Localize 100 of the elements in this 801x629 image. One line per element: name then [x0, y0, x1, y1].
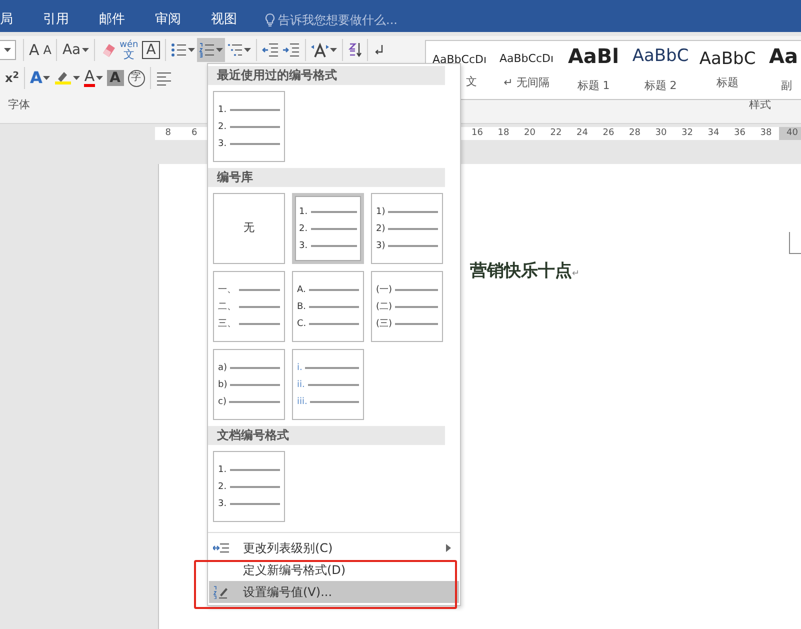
effects-button[interactable]: A	[28, 66, 52, 90]
sample-line	[309, 306, 359, 308]
case-button[interactable]: Aa	[60, 38, 91, 62]
numbering-format-tile[interactable]: 1. 2. 3.	[213, 451, 285, 522]
list-number: iii.	[297, 396, 308, 408]
list-number: 2.	[299, 222, 308, 234]
numbering-format-tile[interactable]: 1. 2. 3.	[213, 91, 285, 162]
highlighter-icon	[54, 70, 72, 86]
sample-line	[395, 322, 438, 324]
style-item[interactable]: AaBbC 标题 2	[627, 41, 694, 99]
ruler-number: 30	[654, 127, 668, 140]
sample-line	[230, 142, 280, 144]
list-number: 3.	[218, 498, 227, 510]
margin-corner-mark	[789, 232, 801, 254]
sample-line	[230, 126, 280, 128]
ruler-number: 32	[680, 127, 694, 140]
ruler-number: 34	[706, 127, 720, 140]
change-level-icon	[213, 541, 229, 555]
sample-line	[310, 244, 357, 246]
style-item[interactable]: AaBbCcDı ↵ 无间隔	[493, 41, 560, 99]
phonetic-button[interactable]: wén 文	[118, 38, 140, 62]
bullets-icon	[170, 42, 187, 58]
decrease-indent-icon	[262, 42, 279, 58]
sample-line	[308, 288, 359, 290]
ruler-number: 36	[732, 127, 746, 140]
document-heading: 营销快乐十点	[470, 260, 572, 283]
style-item[interactable]: AaBl 标题 1	[560, 41, 627, 99]
ribbon-tab[interactable]: 视图	[207, 11, 241, 29]
list-number: i.	[297, 362, 302, 374]
menu-item[interactable]: 定义新编号格式(D)	[209, 559, 459, 581]
section-header: 编号库	[208, 168, 445, 187]
list-number: (一)	[376, 284, 392, 296]
shrink-button[interactable]: A	[41, 38, 54, 62]
section-header: 文档编号格式	[208, 426, 445, 445]
group-label: 字体	[8, 96, 30, 113]
ruler-number: 18	[496, 127, 510, 140]
list-number: 3)	[376, 240, 386, 252]
ruler-number: 40	[779, 127, 801, 140]
numbering-format-tile[interactable]: 无	[213, 193, 285, 264]
ribbon-tab[interactable]: 局	[0, 11, 17, 29]
grow-button[interactable]: A	[27, 38, 42, 62]
superscript-button[interactable]: x$^{2}$	[3, 66, 22, 90]
style-item[interactable]: AaBbC 标题	[694, 41, 761, 99]
numbering-format-tile[interactable]: 1) 2) 3)	[371, 193, 443, 264]
sample-line	[388, 244, 438, 246]
sample-line	[308, 384, 359, 386]
sample-line	[239, 322, 280, 324]
sample-line	[239, 306, 280, 308]
sample-line	[230, 366, 280, 368]
numbering-format-tile[interactable]: i. ii. iii.	[292, 349, 364, 420]
list-number: 1)	[376, 206, 386, 218]
sample-line	[230, 502, 280, 504]
ruler-number: 26	[602, 127, 616, 140]
list-number: c)	[218, 396, 226, 408]
list-number: a)	[218, 362, 228, 374]
sample-line	[310, 210, 357, 212]
sample-line	[230, 384, 280, 386]
sample-line	[230, 486, 280, 488]
sample-line	[388, 228, 438, 230]
lightbulb-icon	[265, 13, 275, 27]
list-number: C.	[297, 318, 306, 330]
list-number: 2.	[218, 120, 227, 132]
sample-line	[395, 306, 438, 308]
list-number: 一、	[218, 284, 236, 296]
paragraph-mark: ↵	[572, 268, 580, 281]
sample-line	[309, 322, 359, 324]
section-header: 最近使用过的编号格式	[208, 66, 445, 85]
style-item[interactable]: Aa 副	[761, 41, 801, 99]
list-number: b)	[218, 378, 228, 390]
sample-line	[239, 288, 280, 290]
menu-item[interactable]: 设置编号值(V)...	[209, 581, 459, 603]
numbering-format-tile[interactable]: (一) (二) (三)	[371, 271, 443, 342]
list-number: 1.	[218, 464, 227, 476]
menu-item[interactable]: 更改列表级别(C)	[209, 537, 459, 559]
numbered-list-icon	[198, 42, 215, 58]
list-number: 3.	[218, 138, 227, 150]
list-number: 2)	[376, 222, 386, 234]
numbering-format-tile[interactable]: 一、 二、 三、	[213, 271, 285, 342]
list-number: 三、	[218, 318, 236, 330]
font-color-button[interactable]: A	[82, 66, 105, 90]
list-number: ii.	[297, 378, 305, 390]
tell-me-field[interactable]: 告诉我您想要做什么...	[265, 11, 398, 29]
ruler-number: 16	[470, 127, 484, 140]
ruler-number: 24	[575, 127, 589, 140]
border-char-button[interactable]: A	[140, 38, 162, 62]
numbering-button[interactable]	[196, 38, 225, 62]
font-size-field[interactable]	[0, 38, 16, 62]
sample-line	[230, 108, 280, 110]
sample-line	[229, 400, 280, 402]
sample-line	[395, 288, 438, 290]
list-number: (二)	[376, 300, 392, 312]
ruler-number: 38	[759, 127, 773, 140]
numbering-format-tile[interactable]: a) b) c)	[213, 349, 285, 420]
numbering-format-tile[interactable]: 1. 2. 3.	[292, 193, 364, 264]
ribbon-tab[interactable]: 引用	[39, 11, 73, 29]
character-spacing-icon	[310, 42, 329, 58]
ribbon-tab[interactable]: 审阅	[151, 11, 185, 29]
ruler-number: 8	[164, 127, 172, 140]
ribbon-tab[interactable]: 邮件	[95, 11, 129, 29]
numbering-format-tile[interactable]: A. B. C.	[292, 271, 364, 342]
